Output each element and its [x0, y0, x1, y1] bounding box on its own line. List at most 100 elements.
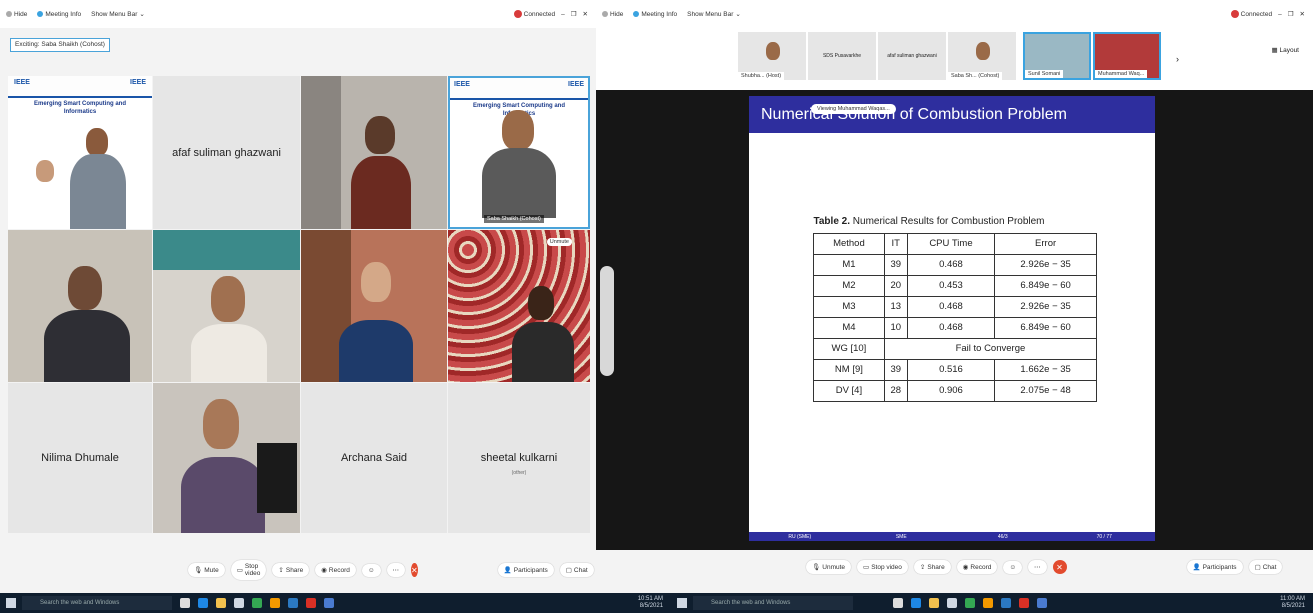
word-icon[interactable] [288, 598, 298, 608]
store-icon[interactable] [947, 598, 958, 608]
video-tile-sheetal[interactable]: sheetal kulkarni (other) [448, 383, 590, 533]
chevron-down-icon: ⌄ [139, 11, 145, 18]
video-tile-nilima[interactable]: Nilima Dhumale [8, 383, 152, 533]
layout-button[interactable]: ▦ Layout [1272, 46, 1300, 54]
video-tile-participant-6[interactable] [153, 230, 300, 382]
app-red-icon[interactable] [1019, 598, 1030, 608]
chair-back [257, 443, 297, 513]
thumb-label: afaf suliman ghazwani [887, 53, 937, 59]
video-tile-archana[interactable]: Archana Said [301, 383, 447, 533]
close-icon: ✕ [1056, 562, 1063, 572]
presenter-body [70, 154, 126, 229]
left-meeting-window: Hide Meeting Info Show Menu Bar ⌄ Connect… [0, 0, 596, 593]
video-tile-poster-1[interactable]: IEEE IEEE Emerging Smart Computing and I… [8, 76, 152, 229]
unmute-button[interactable]: 🎙 Unmute [806, 560, 852, 574]
thumb-sunil[interactable]: Sunil Somani [1023, 32, 1091, 80]
participants-button[interactable]: 👤 Participants [497, 563, 554, 577]
reactions-button[interactable]: ☺ [1003, 560, 1022, 574]
minimize-icon[interactable]: – [1278, 11, 1282, 18]
meeting-info-menu[interactable]: Meeting Info [633, 11, 677, 18]
more-button[interactable]: ⋯ [386, 563, 405, 577]
video-tile-participant-8[interactable]: Unmute [448, 230, 590, 382]
connected-icon [1230, 10, 1239, 18]
thumb-afaf[interactable]: afaf suliman ghazwani [878, 32, 946, 80]
windows-taskbar: Search the web and Windows 10:51 AM 8/5/2… [0, 593, 1313, 613]
viewing-tooltip: Viewing Muhammad Waqas... [811, 104, 896, 114]
app-icon[interactable] [983, 598, 994, 608]
task-view-icon[interactable] [180, 598, 190, 608]
meeting-info-menu[interactable]: Meeting Info [37, 11, 81, 18]
participant-body [339, 320, 413, 382]
taskbar-search-right[interactable]: Search the web and Windows [693, 596, 854, 610]
chrome-icon[interactable] [252, 598, 262, 608]
edge-icon[interactable] [911, 598, 922, 608]
windows-start-icon-right[interactable] [677, 598, 688, 608]
store-icon[interactable] [234, 598, 244, 608]
thumb-shubha[interactable]: Shubha... (Host) [738, 32, 806, 80]
minimize-icon[interactable]: – [561, 11, 565, 18]
restore-icon[interactable]: ❐ [571, 10, 577, 18]
reactions-button[interactable]: ☺ [361, 563, 381, 577]
hide-menu[interactable]: Hide [602, 11, 623, 18]
thumb-face [976, 42, 990, 60]
taskbar-clock-left[interactable]: 10:51 AM 8/5/2021 [567, 596, 663, 610]
participants-button[interactable]: 👤 Participants [1186, 560, 1243, 574]
video-tile-participant-5[interactable] [8, 230, 152, 382]
video-tile-afaf[interactable]: afaf suliman ghazwani [153, 76, 300, 229]
share-button[interactable]: ⇪ Share [272, 563, 310, 577]
poster-photo [36, 160, 54, 182]
hide-icon [6, 11, 12, 17]
word-icon[interactable] [1001, 598, 1012, 608]
task-view-icon[interactable] [893, 598, 904, 608]
connected-status[interactable]: Connected [1230, 10, 1272, 18]
chat-button[interactable]: ▢ Chat [559, 563, 594, 577]
chrome-icon[interactable] [965, 598, 976, 608]
record-button[interactable]: ◉ Record [315, 563, 356, 577]
video-tile-participant-7[interactable] [301, 230, 447, 382]
table-row: DV [4] 28 0.906 2.075e − 48 [813, 379, 1097, 402]
video-tile-saba[interactable]: IEEE IEEE Emerging Smart Computing and I… [448, 76, 590, 229]
end-call-button[interactable]: ✕ [411, 563, 418, 577]
taskbar-clock-right[interactable]: 11:00 AM 8/5/2021 [1280, 596, 1305, 610]
name-chip: Saba Shaikh (Cohost) [484, 215, 544, 223]
app-red-icon[interactable] [306, 598, 316, 608]
mute-button[interactable]: 🎙 Mute [188, 563, 225, 577]
thumb-muhammad[interactable]: Muhammad Waq... [1093, 32, 1161, 80]
annotation-sidebar[interactable] [600, 266, 614, 376]
stop-video-button[interactable]: ▭ Stop video [857, 560, 908, 574]
ieee-logo-right: IEEE [568, 81, 584, 88]
participant-name: sheetal kulkarni [480, 452, 558, 464]
hide-menu[interactable]: Hide [6, 11, 27, 18]
show-menu-bar[interactable]: Show Menu Bar ⌄ [687, 10, 741, 19]
webex-icon[interactable] [324, 598, 334, 608]
record-button[interactable]: ◉ Record [956, 560, 998, 574]
smile-icon: ☺ [1009, 563, 1016, 571]
end-call-button[interactable]: ✕ [1052, 560, 1067, 574]
unmute-chip[interactable]: Unmute [546, 238, 572, 246]
share-button[interactable]: ⇪ Share [913, 560, 951, 574]
connected-status[interactable]: Connected [513, 10, 555, 18]
windows-start-icon[interactable] [6, 598, 16, 608]
chat-button[interactable]: ▢ Chat [1248, 560, 1283, 574]
chevron-right-icon[interactable]: › [1176, 54, 1179, 64]
edge-icon[interactable] [198, 598, 208, 608]
thumb-saba[interactable]: Saba Sh... (Cohost) [948, 32, 1016, 80]
file-explorer-icon[interactable] [216, 598, 226, 608]
taskbar-search-left[interactable]: Search the web and Windows [22, 596, 172, 610]
close-icon[interactable]: ✕ [583, 10, 588, 18]
video-tile-participant-10[interactable] [153, 383, 300, 533]
participant-strip: Shubha... (Host) SDS Pusavarkhe afaf sul… [596, 28, 1313, 90]
video-tile-participant-3[interactable] [301, 76, 447, 229]
webex-icon[interactable] [1037, 598, 1048, 608]
show-menu-bar[interactable]: Show Menu Bar ⌄ [91, 10, 145, 19]
app-icon[interactable] [270, 598, 280, 608]
close-icon[interactable]: ✕ [1300, 10, 1305, 18]
more-icon: ⋯ [392, 567, 400, 574]
file-explorer-icon[interactable] [929, 598, 940, 608]
restore-icon[interactable]: ❐ [1288, 10, 1294, 18]
background-wall [153, 230, 300, 270]
stop-video-button[interactable]: ▭ Stop video [230, 560, 267, 580]
shared-screen: Numerical Solution of Combustion Problem… [596, 90, 1313, 550]
thumb-sds[interactable]: SDS Pusavarkhe [808, 32, 876, 80]
more-button[interactable]: ⋯ [1028, 560, 1047, 574]
